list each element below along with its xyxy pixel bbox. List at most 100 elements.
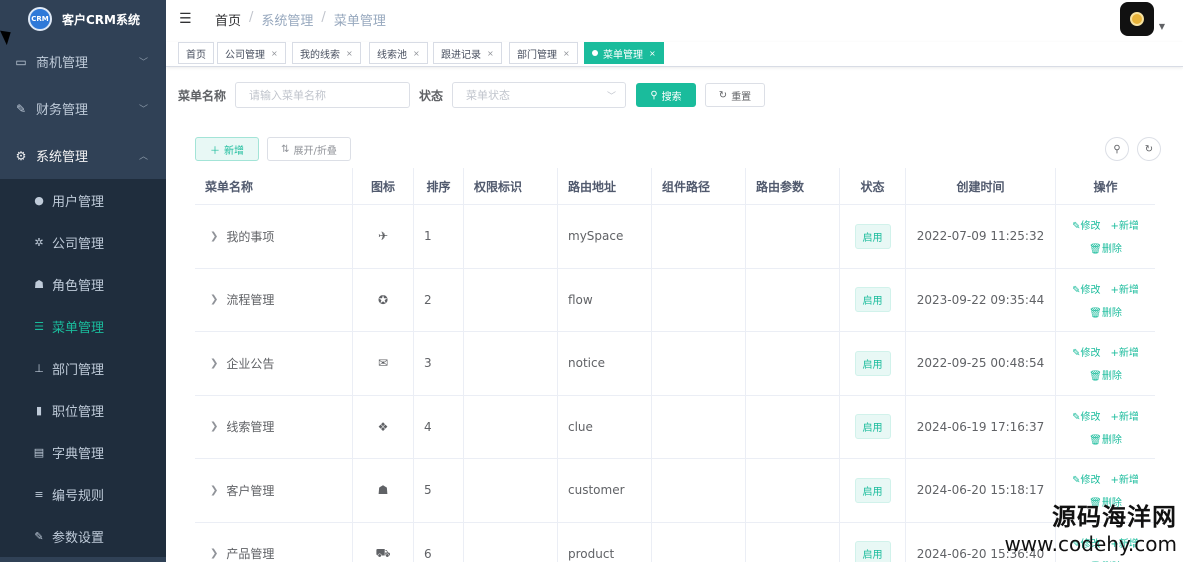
sidebar-item-finance[interactable]: ✎ 财务管理 ﹀: [0, 85, 166, 132]
perm-cell: [464, 268, 558, 331]
delete-link[interactable]: 🗑删除: [1089, 558, 1122, 562]
delete-label: 删除: [1101, 371, 1122, 383]
delete-link[interactable]: 🗑删除: [1089, 367, 1122, 382]
menu-icon: ❖: [377, 419, 389, 434]
delete-label: 删除: [1101, 244, 1122, 256]
column-header: 操作: [1093, 179, 1118, 194]
edit-icon: ✎: [1072, 411, 1081, 423]
caret-down-icon[interactable]: ▼: [1159, 22, 1165, 31]
icon-cell: ✈: [353, 205, 414, 268]
logo-badge: CRM: [28, 7, 52, 31]
add-child-link[interactable]: +新增: [1111, 217, 1139, 232]
menu-name: 线索管理: [226, 420, 275, 435]
expand-arrow-icon[interactable]: ❯: [210, 548, 218, 559]
tag-my-clues[interactable]: 我的线索 ×: [292, 42, 361, 64]
delete-link[interactable]: 🗑删除: [1089, 240, 1122, 255]
status-badge: 启用: [854, 541, 891, 562]
column-header: 图标: [353, 168, 414, 204]
bug-icon: ✲: [34, 235, 44, 249]
tag-label: 菜单管理: [603, 49, 643, 61]
sidebar-item-users[interactable]: ● 用户管理: [0, 179, 166, 221]
edit-link[interactable]: ✎修改: [1072, 281, 1100, 296]
sidebar-item-positions[interactable]: ▮ 职位管理: [0, 389, 166, 431]
edit-link[interactable]: ✎修改: [1072, 344, 1100, 359]
add-child-link[interactable]: +新增: [1111, 281, 1139, 296]
expand-arrow-icon[interactable]: ❯: [210, 421, 218, 432]
tag-departments[interactable]: 部门管理 ×: [509, 42, 578, 64]
tag-clue-pool[interactable]: 线索池 ×: [369, 42, 428, 64]
expand-arrow-icon[interactable]: ❯: [210, 358, 218, 369]
breadcrumb-home[interactable]: 首页: [215, 10, 241, 29]
dict-icon: ▤: [33, 445, 45, 459]
close-icon[interactable]: ×: [413, 49, 420, 58]
tag-company[interactable]: 公司管理 ×: [217, 42, 286, 64]
plus-icon: +: [1110, 475, 1119, 487]
sidebar-item-label: 系统管理: [36, 150, 89, 165]
search-button-label: 搜索: [661, 91, 682, 103]
navbar: ☰ 首页 / 系统管理 / 菜单管理 ▼: [166, 0, 1183, 38]
search-button[interactable]: ⚲ 搜索: [636, 83, 696, 107]
gear-icon: ⚙: [15, 148, 27, 163]
name-cell: ❯ 客户管理: [195, 459, 353, 522]
status-badge: 启用: [854, 223, 891, 249]
icon-cell: ❖: [353, 395, 414, 458]
sidebar-item-opportunity[interactable]: ▭ 商机管理 ﹀: [0, 38, 166, 85]
edit-link[interactable]: ✎修改: [1072, 471, 1100, 486]
refresh-button[interactable]: ↻: [1137, 137, 1161, 161]
tree-table-icon: ☰: [34, 319, 44, 333]
add-child-link[interactable]: +新增: [1111, 471, 1139, 486]
expand-arrow-icon[interactable]: ❯: [210, 294, 218, 305]
tag-home[interactable]: 首页: [178, 42, 214, 64]
chevron-up-icon: ︿: [138, 152, 148, 162]
delete-link[interactable]: 🗑删除: [1089, 304, 1122, 319]
close-icon[interactable]: ×: [271, 49, 278, 58]
sidebar-item-departments[interactable]: ⊥ 部门管理: [0, 347, 166, 389]
tag-followups[interactable]: 跟进记录 ×: [433, 42, 502, 64]
sidebar-item-system[interactable]: ⚙ 系统管理 ︿: [0, 132, 166, 179]
edit-link[interactable]: ✎修改: [1072, 408, 1100, 423]
close-icon[interactable]: ×: [346, 49, 353, 58]
menu-name: 流程管理: [226, 293, 275, 308]
expand-arrow-icon[interactable]: ❯: [210, 485, 218, 496]
expand-collapse-button[interactable]: ⇅ 展开/折叠: [267, 137, 351, 161]
route-cell: notice: [558, 332, 652, 395]
plus-icon: +: [1110, 411, 1119, 423]
sort-cell: 6: [414, 522, 464, 562]
close-icon[interactable]: ×: [563, 49, 570, 58]
tag-label: 公司管理: [225, 49, 265, 61]
sidebar-item-roles[interactable]: ☗ 角色管理: [0, 263, 166, 305]
tag-menus[interactable]: 菜单管理 ×: [584, 42, 664, 64]
delete-link[interactable]: 🗑删除: [1089, 431, 1122, 446]
hamburger-icon[interactable]: ☰: [179, 11, 193, 27]
component-cell: [652, 205, 746, 268]
breadcrumb: 首页 / 系统管理 / 菜单管理: [215, 10, 386, 29]
perm-cell: [464, 459, 558, 522]
menu-name-input[interactable]: 请输入菜单名称: [235, 82, 410, 108]
close-icon[interactable]: ×: [487, 49, 494, 58]
params-cell: [746, 205, 840, 268]
close-icon[interactable]: ×: [649, 49, 656, 58]
expand-button-label: 展开/折叠: [293, 145, 337, 157]
sidebar-item-companies[interactable]: ✲ 公司管理: [0, 221, 166, 263]
name-cell: ❯ 产品管理: [195, 522, 353, 562]
route-cell: mySpace: [558, 205, 652, 268]
toggle-search-button[interactable]: ⚲: [1105, 137, 1129, 161]
component-cell: [652, 395, 746, 458]
perm-cell: [464, 205, 558, 268]
edit-link[interactable]: ✎修改: [1072, 217, 1100, 232]
sidebar-item-params[interactable]: ✎ 参数设置: [0, 515, 166, 557]
sidebar-item-dictionary[interactable]: ▤ 字典管理: [0, 431, 166, 473]
status-select[interactable]: 菜单状态 ﹀: [452, 82, 626, 108]
logo[interactable]: CRM 客户CRM系统: [0, 0, 166, 38]
sidebar-item-numbering[interactable]: ≡ 编号规则: [0, 473, 166, 515]
expand-arrow-icon[interactable]: ❯: [210, 231, 218, 242]
column-header: 创建时间: [906, 168, 1056, 204]
avatar[interactable]: [1120, 2, 1154, 36]
add-button[interactable]: ＋ 新增: [195, 137, 259, 161]
add-child-link[interactable]: +新增: [1111, 408, 1139, 423]
add-child-link[interactable]: +新增: [1111, 344, 1139, 359]
sidebar-item-menus[interactable]: ☰ 菜单管理: [0, 305, 166, 347]
tags-view: 首页 公司管理 × 我的线索 × 线索池 × 跟进记录 × 部门管理 × 菜单管…: [166, 42, 1183, 67]
delete-label: 删除: [1101, 434, 1122, 446]
reset-button[interactable]: ↻ 重置: [705, 83, 765, 107]
